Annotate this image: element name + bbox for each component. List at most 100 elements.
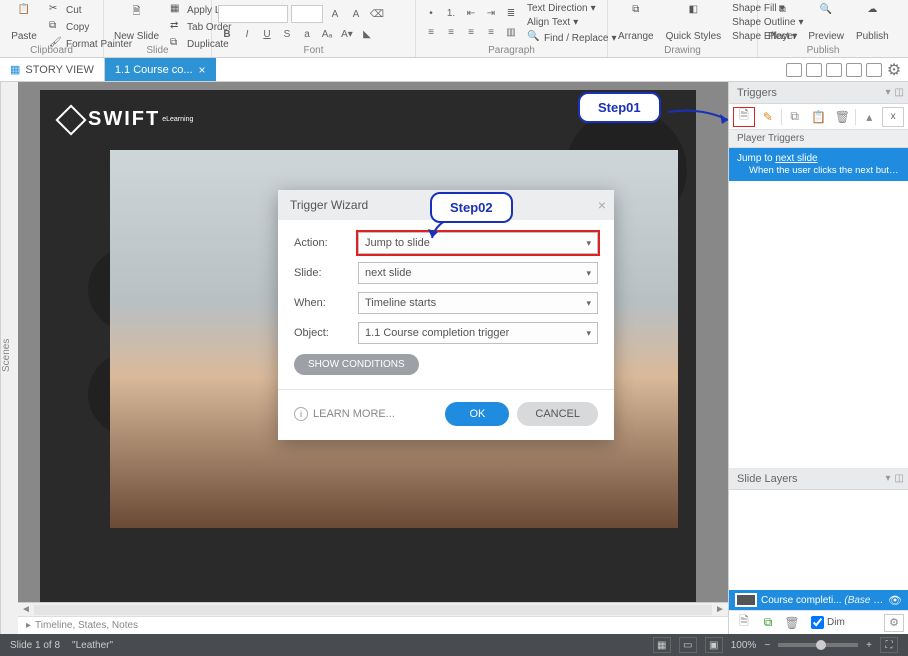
find-replace-button[interactable]: 🔍Find / Replace ▾ <box>524 30 620 46</box>
zoom-in-button[interactable]: + <box>866 640 872 651</box>
phone-icon[interactable] <box>866 63 882 77</box>
font-group-label: Font <box>212 45 415 56</box>
show-conditions-button[interactable]: SHOW CONDITIONS <box>294 354 419 375</box>
tablet-portrait-icon[interactable] <box>846 63 862 77</box>
slide-layers-header[interactable]: Slide Layers ▾◫ <box>729 468 908 490</box>
publish-button[interactable]: ☁Publish <box>852 2 893 44</box>
edit-trigger-button[interactable]: ✎ <box>757 107 779 127</box>
trigger-item[interactable]: Jump to next slide When the user clicks … <box>729 148 908 181</box>
align-left-button[interactable]: ≡ <box>422 24 440 40</box>
text-direction-button[interactable]: Text Direction ▾ <box>524 2 620 15</box>
visibility-toggle[interactable]: 👁 <box>888 594 902 607</box>
indent-inc-button[interactable]: ⇥ <box>482 5 500 21</box>
font-color-button[interactable]: A▾ <box>338 26 356 42</box>
story-view-tab[interactable]: ▦ STORY VIEW <box>0 58 105 81</box>
view-mode-3[interactable]: ▣ <box>705 637 723 653</box>
align-text-button[interactable]: Align Text ▾ <box>524 16 620 29</box>
laptop-icon[interactable] <box>806 63 822 77</box>
clear-format-button[interactable]: ⌫ <box>368 6 386 22</box>
view-mode-2[interactable]: ▭ <box>679 637 697 653</box>
dim-checkbox[interactable]: Dim <box>811 616 845 629</box>
horizontal-scrollbar[interactable]: ◄ ► <box>18 602 728 616</box>
layer-settings-button[interactable]: ⚙ <box>884 614 904 632</box>
base-layer-item[interactable]: Course completi... (Base Layer) 👁 <box>729 590 908 610</box>
highlight-button[interactable]: ◣ <box>358 26 376 42</box>
indent-dec-button[interactable]: ⇤ <box>462 5 480 21</box>
timeline-panel-toggle[interactable]: ▸ Timeline, States, Notes <box>18 616 728 634</box>
align-justify-button[interactable]: ≡ <box>482 24 500 40</box>
columns-button[interactable]: ▥ <box>502 24 520 40</box>
collapse-icon[interactable]: ▾ <box>886 87 891 98</box>
close-tab-button[interactable]: × <box>199 63 206 77</box>
move-up-button[interactable]: ▴ <box>858 107 880 127</box>
main-area: Scenes SWIFT eLearning Step01 Trigger Wi… <box>0 82 908 634</box>
shrink-font-button[interactable]: A <box>347 6 365 22</box>
variables-button[interactable]: x <box>882 107 904 127</box>
undock-icon[interactable]: ◫ <box>895 473 904 484</box>
scroll-right-button[interactable]: ► <box>712 604 728 615</box>
copy-icon: ⧉ <box>49 20 63 34</box>
linespacing-button[interactable]: ≣ <box>502 5 520 21</box>
paste-button[interactable]: 📋 Paste <box>6 2 42 44</box>
view-mode-1[interactable]: ▦ <box>653 637 671 653</box>
undock-icon[interactable]: ◫ <box>895 87 904 98</box>
spacing-button[interactable]: Aₐ <box>318 26 336 42</box>
delete-trigger-button[interactable]: 🗑 <box>831 107 853 127</box>
layer-toolbar: 🗎 ⧉ 🗑 Dim ⚙ <box>729 610 908 634</box>
zoom-slider[interactable] <box>778 643 858 647</box>
action-select[interactable]: Jump to slide <box>358 232 598 254</box>
font-family-select[interactable] <box>218 5 288 23</box>
active-slide-tab[interactable]: 1.1 Course co... × <box>105 58 216 81</box>
object-select[interactable]: 1.1 Course completion trigger <box>358 322 598 344</box>
font-size-select[interactable] <box>291 5 323 23</box>
preview-icon: 🔍 <box>812 4 840 28</box>
cut-icon: ✂ <box>49 3 63 17</box>
triggers-panel-header[interactable]: Triggers ▾◫ <box>729 82 908 104</box>
slide-group-label: Slide <box>104 45 211 56</box>
scenes-panel-collapsed[interactable]: Scenes <box>0 82 18 634</box>
scroll-left-button[interactable]: ◄ <box>18 604 34 615</box>
align-center-button[interactable]: ≡ <box>442 24 460 40</box>
strike-button[interactable]: S <box>278 26 296 42</box>
underline-button[interactable]: U <box>258 26 276 42</box>
new-layer-button[interactable]: 🗎 <box>733 613 755 633</box>
ribbon-group-drawing: ⧉Arrange ◧Quick Styles Shape Fill ▾ Shap… <box>608 0 758 57</box>
tablet-landscape-icon[interactable] <box>826 63 842 77</box>
new-slide-button[interactable]: 🗎 New Slide <box>110 2 163 44</box>
scroll-track[interactable] <box>34 605 712 615</box>
preview-button[interactable]: 🔍Preview <box>804 2 848 44</box>
trigger-target-link[interactable]: next slide <box>775 153 817 164</box>
delete-layer-button[interactable]: 🗑 <box>781 613 803 633</box>
shadow-button[interactable]: a <box>298 26 316 42</box>
italic-button[interactable]: I <box>238 26 256 42</box>
learn-more-link[interactable]: i LEARN MORE... <box>294 407 395 421</box>
cancel-button[interactable]: CANCEL <box>517 402 598 426</box>
status-bar: Slide 1 of 8 "Leather" ▦ ▭ ▣ 100% − + ⛶ <box>0 634 908 656</box>
paste-trigger-button[interactable]: 📋 <box>808 107 830 127</box>
copy-trigger-button[interactable]: ⧉ <box>784 107 806 127</box>
grow-font-button[interactable]: A <box>326 6 344 22</box>
desktop-icon[interactable] <box>786 63 802 77</box>
zoom-label: 100% <box>731 640 757 651</box>
bold-button[interactable]: B <box>218 26 236 42</box>
paste-label: Paste <box>11 31 37 42</box>
new-trigger-button[interactable]: 🗎 <box>733 107 755 127</box>
zoom-out-button[interactable]: − <box>764 640 770 651</box>
styles-icon: ◧ <box>679 4 707 28</box>
settings-icon[interactable]: ⚙ <box>886 62 902 78</box>
when-select[interactable]: Timeline starts <box>358 292 598 314</box>
new-slide-icon: 🗎 <box>123 4 151 28</box>
fit-button[interactable]: ⛶ <box>880 637 898 653</box>
slide-select[interactable]: next slide <box>358 262 598 284</box>
wizard-close-button[interactable]: × <box>598 197 606 213</box>
ok-button[interactable]: OK <box>445 402 509 426</box>
canvas-area[interactable]: SWIFT eLearning Step01 Trigger Wizard × … <box>18 82 728 634</box>
numbering-button[interactable]: 1. <box>442 5 460 21</box>
align-right-button[interactable]: ≡ <box>462 24 480 40</box>
player-button[interactable]: ⧉Player <box>764 2 800 44</box>
collapse-icon[interactable]: ▾ <box>886 473 891 484</box>
arrange-button[interactable]: ⧉Arrange <box>614 2 658 44</box>
bullets-button[interactable]: • <box>422 5 440 21</box>
duplicate-layer-button[interactable]: ⧉ <box>757 613 779 633</box>
quick-styles-button[interactable]: ◧Quick Styles <box>662 2 726 44</box>
